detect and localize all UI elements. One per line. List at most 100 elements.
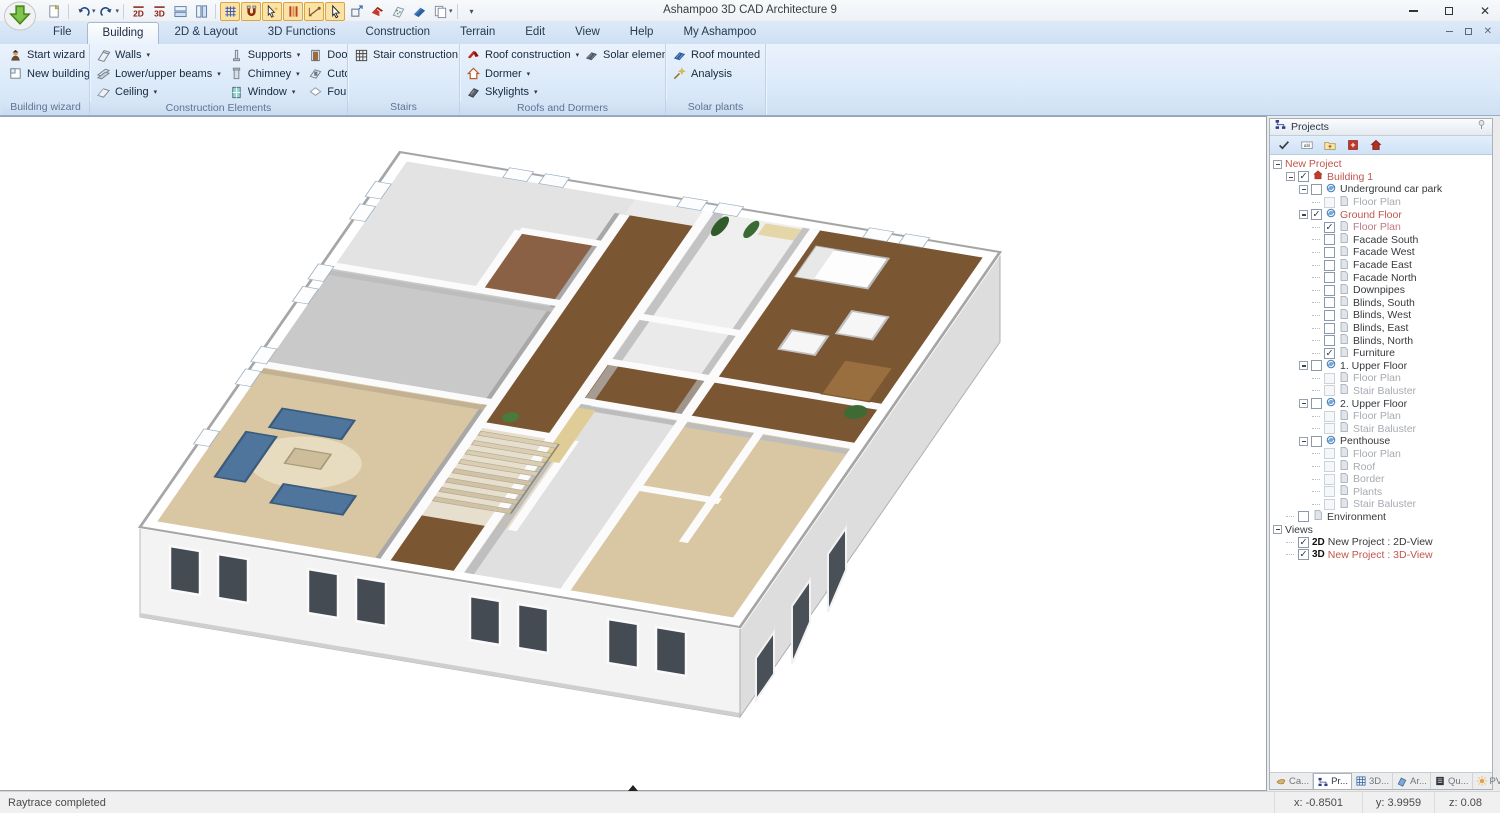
collapse-expander-icon[interactable] [1273,160,1282,169]
panel-tab-ca[interactable]: Ca... [1272,773,1313,789]
dropdown-arrow-icon[interactable]: ▾ [217,70,221,78]
window-button[interactable]: Window▾ [226,83,306,102]
analysis-button[interactable]: Analysis [669,65,766,84]
restore-button[interactable] [1440,3,1458,19]
rename-label-button[interactable]: abl [1297,137,1317,153]
tree-item-furniture[interactable]: ✓Furniture [1270,347,1492,360]
chimney-button[interactable]: Chimney▾ [226,65,306,84]
tree-item-plants[interactable]: Plants [1270,485,1492,498]
view-3d-button[interactable]: 3D [149,2,169,21]
tree-item-underground-car-park[interactable]: Underground car park [1270,183,1492,196]
new-building-button[interactable]: New building [5,65,90,84]
start-wizard-button[interactable]: Start wizard [5,46,90,65]
select-elements-button[interactable] [262,2,282,21]
tree-item-new-project-3d-view[interactable]: ✓3DNew Project : 3D-View [1270,548,1492,561]
dropdown-arrow-icon[interactable]: ▾ [292,88,296,96]
tree-item-floor-plan[interactable]: ✓Floor Plan [1270,221,1492,234]
visibility-checkbox[interactable] [1324,474,1335,485]
panel-tab-pv[interactable]: PV... [1473,773,1500,789]
dropdown-arrow-icon[interactable]: ▾ [296,70,300,78]
visibility-checkbox[interactable] [1324,423,1335,434]
collapse-expander-icon[interactable] [1299,437,1308,446]
dropdown-arrow-icon[interactable]: ▾ [527,70,531,78]
tree-item-stair-baluster[interactable]: Stair Baluster [1270,498,1492,511]
tree-item-border[interactable]: Border [1270,473,1492,486]
visibility-checkbox[interactable] [1324,234,1335,245]
visibility-checkbox[interactable]: ✓ [1324,348,1335,359]
ceiling-button[interactable]: Ceiling▾ [93,83,226,102]
tab-file[interactable]: File [38,22,87,44]
visibility-checkbox[interactable]: ✓ [1298,537,1309,548]
tree-item-stair-baluster[interactable]: Stair Baluster [1270,385,1492,398]
tree-item-facade-north[interactable]: Facade North [1270,271,1492,284]
visibility-checkbox[interactable] [1324,486,1335,497]
tree-item-environment[interactable]: Environment [1270,511,1492,524]
tree-item-blinds-east[interactable]: Blinds, East [1270,322,1492,335]
tab-my-ashampoo[interactable]: My Ashampoo [668,22,771,44]
undo-button[interactable] [73,2,93,21]
door-button[interactable]: Door▾ [305,46,348,65]
doc-close-button[interactable]: ✕ [1484,26,1492,37]
tree-item-1-upper-floor[interactable]: 1. Upper Floor [1270,360,1492,373]
visibility-checkbox[interactable]: ✓ [1298,549,1309,560]
copy-dropdown-arrow[interactable]: ▾ [449,7,453,15]
tree-item-new-project-2d-view[interactable]: ✓2DNew Project : 2D-View [1270,536,1492,549]
visibility-checkbox[interactable] [1324,310,1335,321]
tab-2d-layout[interactable]: 2D & Layout [159,22,252,44]
redo-dropdown-arrow[interactable]: ▾ [116,7,120,15]
tree-item-blinds-south[interactable]: Blinds, South [1270,297,1492,310]
solar-element-button[interactable]: Solar element▾ [581,46,666,65]
tree-item-ground-floor[interactable]: ✓Ground Floor [1270,208,1492,221]
copy-button[interactable] [430,2,450,21]
dormer-button[interactable]: Dormer▾ [463,65,581,84]
panel-tab-qu[interactable]: Qu... [1431,773,1473,789]
collapse-expander-icon[interactable] [1299,210,1308,219]
measure-button[interactable] [304,2,324,21]
visibility-checkbox[interactable] [1298,511,1309,522]
eraser-tool-button[interactable] [409,2,429,21]
tab-help[interactable]: Help [615,22,669,44]
dropdown-arrow-icon[interactable]: ▾ [765,51,766,59]
dropdown-arrow-icon[interactable]: ▾ [576,51,580,59]
close-button[interactable]: ✕ [1476,3,1494,19]
confirm-check-button[interactable] [1274,137,1294,153]
panel-tab-pr[interactable]: Pr... [1313,773,1352,789]
doc-minimize-button[interactable] [1446,31,1453,33]
tree-item-facade-south[interactable]: Facade South [1270,234,1492,247]
tree-item-views[interactable]: Views [1270,523,1492,536]
visibility-checkbox[interactable] [1311,360,1322,371]
tab-3d-functions[interactable]: 3D Functions [253,22,351,44]
tab-construction[interactable]: Construction [351,22,446,44]
visibility-checkbox[interactable]: ✓ [1324,222,1335,233]
supports-button[interactable]: Supports▾ [226,46,306,65]
dropdown-arrow-icon[interactable]: ▾ [297,51,301,59]
cutout-button[interactable]: Cutout▾ [305,65,348,84]
visibility-checkbox[interactable] [1311,436,1322,447]
visibility-checkbox[interactable]: ✓ [1311,209,1322,220]
dropdown-arrow-icon[interactable]: ▾ [146,51,150,59]
visibility-checkbox[interactable] [1324,285,1335,296]
tree-item-floor-plan[interactable]: Floor Plan [1270,372,1492,385]
collapse-expander-icon[interactable] [1299,361,1308,370]
visibility-checkbox[interactable] [1324,323,1335,334]
tree-item-blinds-north[interactable]: Blinds, North [1270,334,1492,347]
export-box-button[interactable] [1343,137,1363,153]
roof-mounted-button[interactable]: Roof mounted▾ [669,46,766,65]
app-logo-icon[interactable] [3,1,39,38]
tree-item-building-1[interactable]: ✓Building 1 [1270,171,1492,184]
minimize-button[interactable] [1404,3,1422,19]
folder-up-button[interactable] [1320,137,1340,153]
tree-item-floor-plan[interactable]: Floor Plan [1270,410,1492,423]
panel-tab-ar[interactable]: Ar... [1393,773,1431,789]
pointer-button[interactable] [325,2,345,21]
tree-item-roof[interactable]: Roof [1270,460,1492,473]
collapse-expander-icon[interactable] [1273,525,1282,534]
roof-tool-button[interactable] [367,2,387,21]
visibility-checkbox[interactable] [1324,197,1335,208]
panel-tab-3d[interactable]: 3D... [1352,773,1393,789]
visibility-checkbox[interactable] [1324,297,1335,308]
tree-item-penthouse[interactable]: Penthouse [1270,435,1492,448]
visibility-checkbox[interactable] [1324,335,1335,346]
redo-button[interactable] [97,2,117,21]
snap-magnet-button[interactable] [241,2,261,21]
